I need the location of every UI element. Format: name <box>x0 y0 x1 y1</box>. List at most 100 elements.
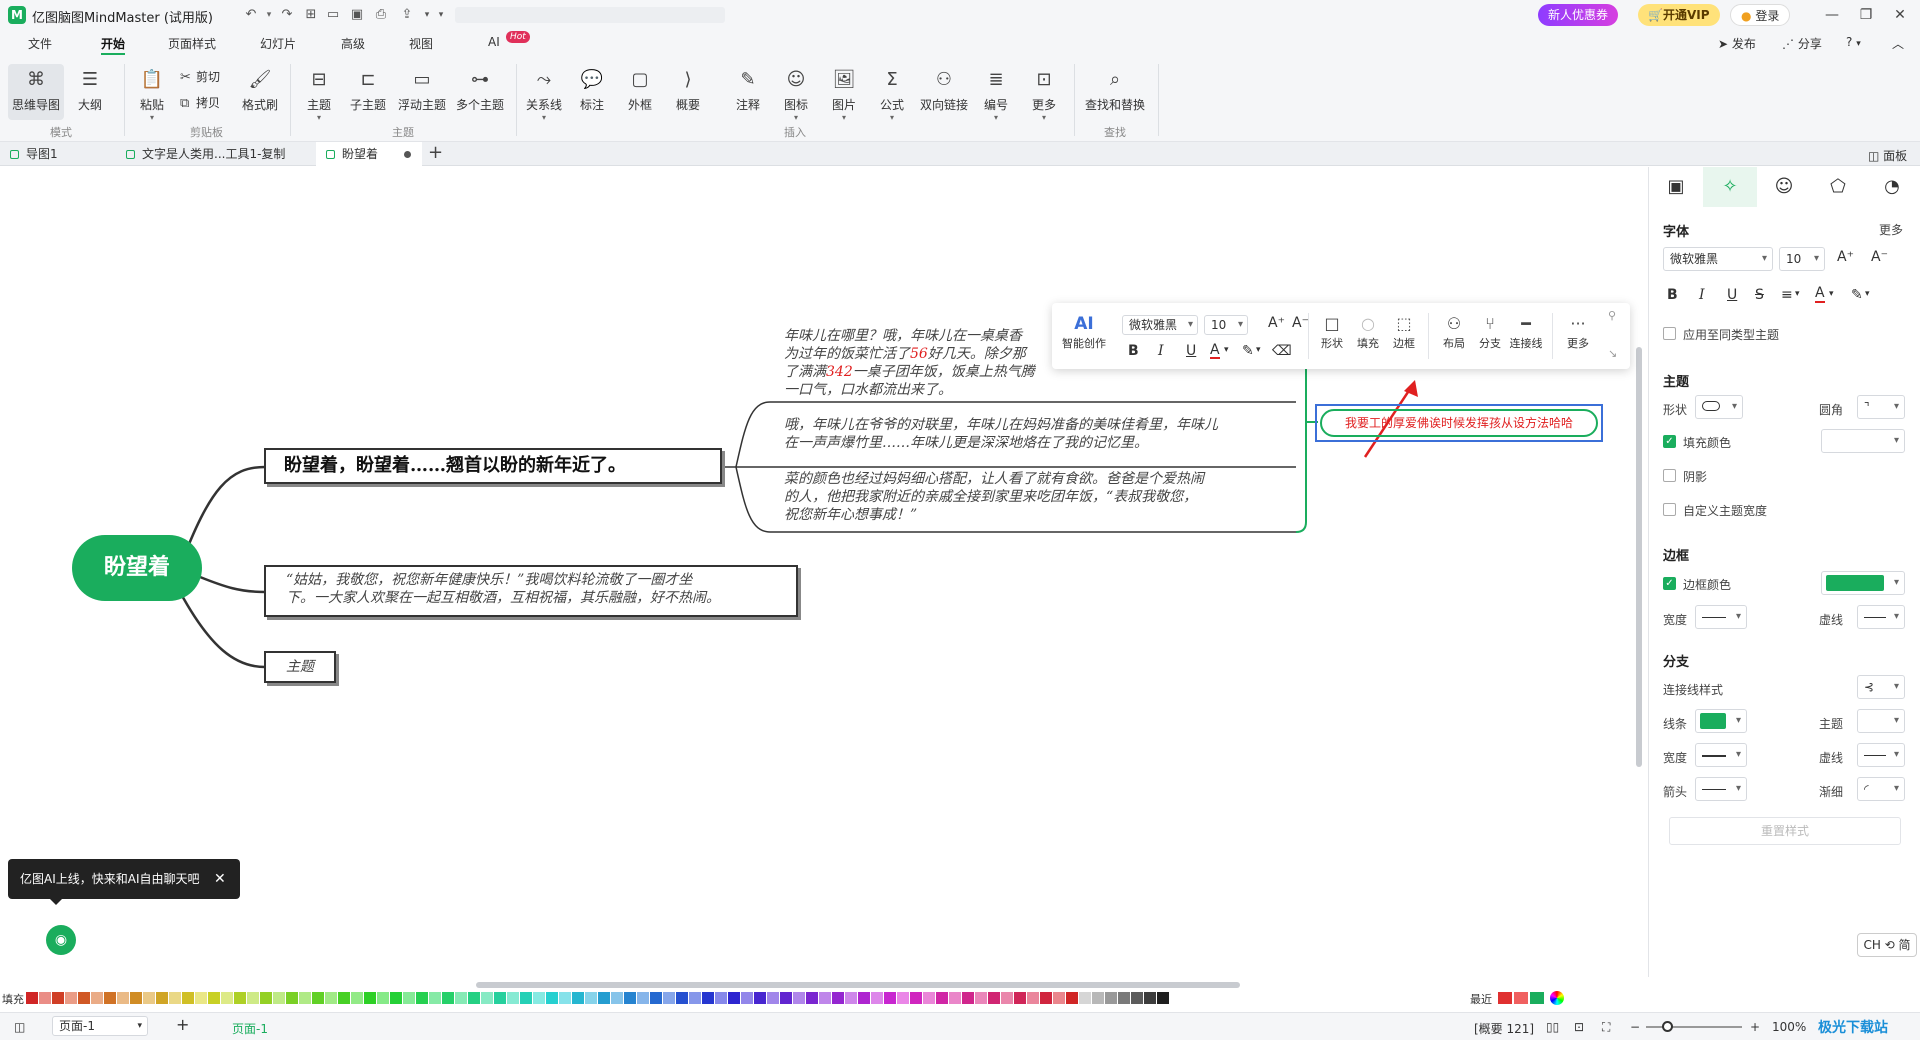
palette-swatch[interactable] <box>78 992 90 1004</box>
border-color-checkbox[interactable]: ✓ <box>1663 577 1676 590</box>
ai-create-button[interactable]: AI 智能创作 <box>1060 313 1108 351</box>
palette-swatch[interactable] <box>234 992 246 1004</box>
outline-mode-button[interactable]: ☰ 大纲 <box>70 68 110 113</box>
palette-swatch[interactable] <box>533 992 545 1004</box>
palette-swatch[interactable] <box>1066 992 1078 1004</box>
palette-swatch[interactable] <box>819 992 831 1004</box>
palette-swatch[interactable] <box>806 992 818 1004</box>
tab-advanced[interactable]: 高级 <box>341 35 365 52</box>
palette-swatch[interactable] <box>650 992 662 1004</box>
more-insert-button[interactable]: ⊡ 更多 ▾ <box>1026 68 1062 122</box>
palette-swatch[interactable] <box>182 992 194 1004</box>
fill-color-select[interactable] <box>1821 429 1905 453</box>
clear-format-icon[interactable]: ⌫ <box>1272 343 1292 359</box>
palette-swatch[interactable] <box>39 992 51 1004</box>
palette-swatch[interactable] <box>923 992 935 1004</box>
palette-swatch[interactable] <box>767 992 779 1004</box>
ime-indicator[interactable]: CH ⟲ 简 <box>1857 933 1917 957</box>
palette-swatch[interactable] <box>1053 992 1065 1004</box>
palette-swatch[interactable] <box>715 992 727 1004</box>
palette-swatch[interactable] <box>169 992 181 1004</box>
connector-button[interactable]: ━ 连接线 <box>1506 313 1546 351</box>
palette-swatch[interactable] <box>286 992 298 1004</box>
collapse-toolbar-icon[interactable]: ↘ <box>1608 347 1617 360</box>
icon-button[interactable]: ☺ 图标 ▾ <box>778 68 814 122</box>
panel-font-size-select[interactable]: 10 <box>1779 247 1825 271</box>
panel-highlight-dropdown-icon[interactable]: ▾ <box>1865 289 1870 299</box>
palette-swatch[interactable] <box>793 992 805 1004</box>
palette-swatch[interactable] <box>130 992 142 1004</box>
panel-tab-style-icon[interactable]: ✧ <box>1703 167 1757 207</box>
image-button[interactable]: 🖼 图片 ▾ <box>826 68 862 122</box>
tab-slides[interactable]: 幻灯片 <box>260 35 296 52</box>
tab-ai[interactable]: AI Hot <box>488 31 530 49</box>
palette-swatch[interactable] <box>52 992 64 1004</box>
share-button[interactable]: ⋰ 分享 <box>1782 35 1822 52</box>
palette-swatch[interactable] <box>416 992 428 1004</box>
zoom-slider-thumb[interactable] <box>1662 1021 1673 1032</box>
panel-align-dropdown-icon[interactable]: ▾ <box>1795 289 1800 299</box>
panel-font-grow-icon[interactable]: A⁺ <box>1837 249 1854 265</box>
vertical-scrollbar[interactable] <box>1636 347 1642 767</box>
main-topic[interactable]: 盼望着，盼望着……翘首以盼的新年近了。 <box>264 448 722 484</box>
palette-swatch[interactable] <box>936 992 948 1004</box>
palette-swatch[interactable] <box>143 992 155 1004</box>
panel-underline-icon[interactable]: U <box>1727 287 1737 303</box>
formula-button[interactable]: Σ 公式 ▾ <box>874 68 910 122</box>
palette-swatch[interactable] <box>572 992 584 1004</box>
palette-swatch[interactable] <box>221 992 233 1004</box>
palette-swatch[interactable] <box>494 992 506 1004</box>
branch-dash-select[interactable] <box>1857 743 1905 767</box>
palette-swatch[interactable] <box>754 992 766 1004</box>
format-painter-button[interactable]: 🖌 格式刷 <box>240 68 280 113</box>
quick-access-more-icon[interactable]: ▾ <box>432 6 450 24</box>
palette-swatch[interactable] <box>117 992 129 1004</box>
panel-tab-theme-icon[interactable]: ⬠ <box>1811 167 1865 207</box>
panel-font-color-icon[interactable]: A <box>1815 285 1825 303</box>
note-button[interactable]: ✎ 注释 <box>730 68 766 113</box>
font-color-dropdown-icon[interactable]: ▾ <box>1224 345 1229 355</box>
palette-swatch[interactable] <box>559 992 571 1004</box>
palette-swatch[interactable] <box>247 992 259 1004</box>
doc-tab-2[interactable]: 文字是人类用...工具1-复制 <box>116 142 415 166</box>
panel-highlight-icon[interactable]: ✎ <box>1851 287 1863 303</box>
border-width-select[interactable] <box>1695 605 1747 629</box>
font-shrink-icon[interactable]: A⁻ <box>1292 315 1309 331</box>
palette-swatch[interactable] <box>91 992 103 1004</box>
copy-button[interactable]: ⧉ 拷贝 <box>180 94 220 111</box>
connector-style-select[interactable]: ⊰ <box>1857 675 1905 699</box>
panel-align-icon[interactable]: ≡ <box>1781 287 1793 303</box>
recent-color-red[interactable] <box>1498 992 1512 1004</box>
highlight-icon[interactable]: ✎ <box>1242 343 1254 359</box>
palette-swatch[interactable] <box>624 992 636 1004</box>
open-folder-icon[interactable]: ▭ <box>324 6 342 24</box>
tab-home[interactable]: 开始 <box>101 35 126 55</box>
palette-swatch[interactable] <box>338 992 350 1004</box>
mindmap-mode-button[interactable]: ⌘ 思维导图 <box>8 64 64 120</box>
border-dash-select[interactable] <box>1857 605 1905 629</box>
palette-swatch[interactable] <box>507 992 519 1004</box>
collapse-ribbon-icon[interactable]: ︿ <box>1892 35 1904 52</box>
relation-button[interactable]: ⤳ 关系线 ▾ <box>524 68 564 122</box>
doc-tab-3[interactable]: 盼望着 <box>316 142 422 166</box>
color-picker-icon[interactable] <box>1550 991 1564 1005</box>
panel-strike-icon[interactable]: S <box>1755 287 1764 303</box>
taper-select[interactable]: ◜ <box>1857 777 1905 801</box>
page-tab-1[interactable]: 页面-1 <box>232 1020 268 1037</box>
fit-page-icon[interactable]: ⊡ <box>1574 1020 1584 1034</box>
horizontal-scrollbar[interactable] <box>476 982 1240 988</box>
palette-swatch[interactable] <box>156 992 168 1004</box>
palette-swatch[interactable] <box>1157 992 1169 1004</box>
boundary-button[interactable]: ▢ 外框 <box>622 68 658 113</box>
palette-swatch[interactable] <box>1040 992 1052 1004</box>
palette-swatch[interactable] <box>364 992 376 1004</box>
palette-swatch[interactable] <box>1105 992 1117 1004</box>
palette-swatch[interactable] <box>325 992 337 1004</box>
reset-style-button[interactable]: 重置样式 <box>1669 817 1901 845</box>
panel-bold-icon[interactable]: B <box>1667 287 1678 303</box>
palette-swatch[interactable] <box>702 992 714 1004</box>
font-family-select[interactable]: 微软雅黑 <box>1122 315 1198 335</box>
palette-swatch[interactable] <box>988 992 1000 1004</box>
shape-button[interactable]: □ 形状 <box>1312 313 1352 351</box>
page-view-icon[interactable]: ◫ <box>14 1020 25 1034</box>
